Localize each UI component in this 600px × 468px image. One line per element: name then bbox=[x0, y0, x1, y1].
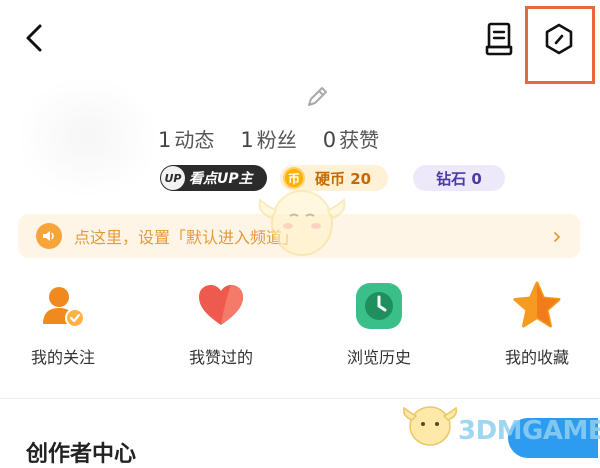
stat-likes-label: 获赞 bbox=[339, 128, 380, 152]
avatar[interactable] bbox=[20, 80, 155, 195]
speaker-icon bbox=[36, 223, 62, 249]
stat-fans-count: 1 bbox=[240, 128, 254, 152]
up-mark-icon: UP bbox=[161, 166, 185, 190]
shortcut-favorites-label: 我的收藏 bbox=[504, 348, 569, 367]
chevron-right-icon bbox=[550, 229, 564, 243]
back-icon[interactable] bbox=[20, 20, 50, 56]
highlight-box bbox=[525, 6, 595, 84]
creator-center-title: 创作者中心 bbox=[26, 442, 137, 467]
shortcut-liked[interactable]: 我赞过的 bbox=[161, 280, 281, 376]
inbox-icon[interactable] bbox=[482, 20, 516, 58]
stat-fans[interactable]: 1 粉丝 bbox=[240, 124, 296, 156]
diamond-badge-label: 钻石 0 bbox=[436, 169, 482, 188]
watermark: 3DMGAME bbox=[400, 398, 600, 448]
shortcut-grid: 我的关注 我赞过的 浏览历史 我的收藏 bbox=[0, 280, 600, 376]
watermark-mascot-icon bbox=[402, 406, 458, 446]
heart-icon bbox=[199, 285, 243, 325]
follow-person-icon bbox=[43, 287, 85, 328]
stat-posts-label: 动态 bbox=[174, 128, 215, 152]
stat-likes-count: 0 bbox=[322, 128, 337, 152]
profile-stats: 1 动态 1 粉丝 0 获赞 bbox=[158, 124, 379, 156]
stat-posts-count: 1 bbox=[158, 128, 172, 152]
shortcut-liked-label: 我赞过的 bbox=[188, 348, 253, 367]
up-badge[interactable]: UP 看点UP主 bbox=[160, 165, 267, 191]
shortcut-history-label: 浏览历史 bbox=[346, 348, 411, 367]
mascot-icon bbox=[252, 178, 352, 268]
diamond-badge[interactable]: 钻石 0 bbox=[413, 165, 505, 191]
shortcut-following-label: 我的关注 bbox=[30, 348, 95, 367]
stat-posts[interactable]: 1 动态 bbox=[158, 124, 214, 156]
stat-likes[interactable]: 0 获赞 bbox=[323, 124, 379, 156]
watermark-text: 3DMGAME bbox=[458, 416, 600, 446]
up-badge-label: 看点UP主 bbox=[189, 171, 253, 187]
shortcut-favorites[interactable]: 我的收藏 bbox=[477, 280, 597, 376]
star-icon bbox=[513, 281, 561, 328]
clock-icon bbox=[356, 283, 402, 329]
stat-fans-label: 粉丝 bbox=[256, 128, 297, 152]
pencil-icon[interactable] bbox=[303, 83, 331, 111]
shortcut-following[interactable]: 我的关注 bbox=[3, 280, 123, 376]
shortcut-history[interactable]: 浏览历史 bbox=[319, 280, 439, 376]
